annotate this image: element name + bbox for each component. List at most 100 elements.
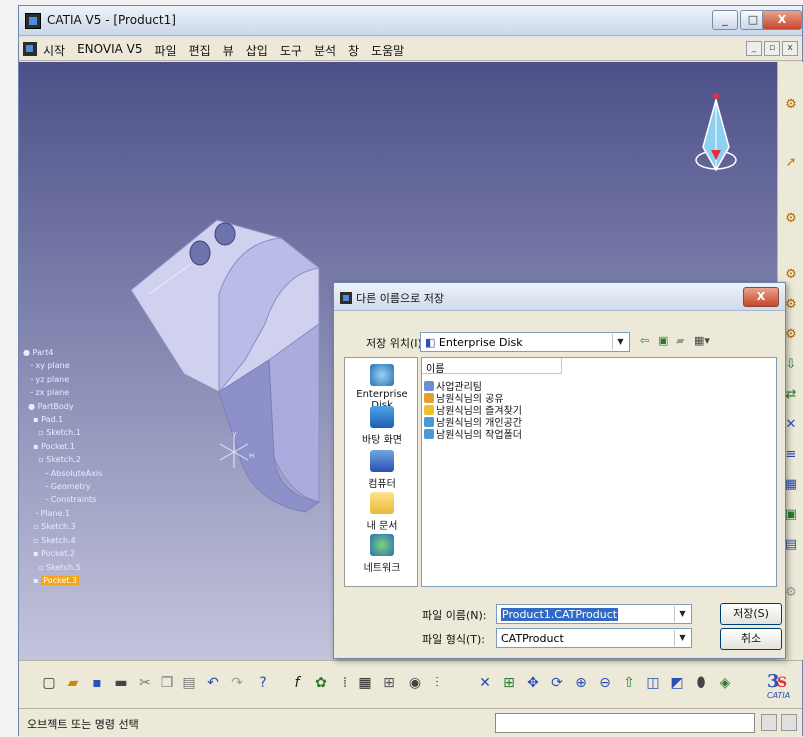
menu-file[interactable]: 파일	[155, 42, 177, 59]
save-icon[interactable]: ▪	[87, 673, 107, 693]
sphere-icon[interactable]: ◉	[405, 673, 425, 693]
svg-text:V: V	[232, 432, 237, 438]
component-select-icon[interactable]: ⚙	[782, 210, 800, 228]
tree-node-pocket3[interactable]: ▪ Pocket.3	[23, 574, 102, 587]
pan-icon[interactable]: ✥	[523, 673, 543, 693]
tree-expand-icon[interactable]: ⊞	[379, 673, 399, 693]
place-enterprise-disk[interactable]: Enterprise Disk	[345, 364, 419, 411]
menu-edit[interactable]: 편집	[189, 42, 211, 59]
iso-view-icon[interactable]: ◩	[667, 673, 687, 693]
document-icon[interactable]	[23, 42, 37, 56]
gears-icon[interactable]: ⚙	[782, 96, 800, 114]
rotate-icon[interactable]: ⟳	[547, 673, 567, 693]
save-location-combo[interactable]: ◧ Enterprise Disk ▼	[420, 332, 630, 352]
print-icon[interactable]: ▬	[111, 673, 131, 693]
paste-icon[interactable]: ▤	[179, 673, 199, 693]
fit-all-icon[interactable]: ⊞	[499, 673, 519, 693]
formula-icon[interactable]: f	[287, 673, 307, 693]
tree-node-xy-plane[interactable]: ╶ xy plane	[23, 359, 102, 372]
catia-window: CATIA V5 - [Product1] _ □ X 시작 ENOVIA V5…	[18, 5, 803, 737]
hide-show-icon[interactable]: ◈	[715, 673, 735, 693]
close-button[interactable]: X	[762, 10, 802, 30]
filetype-select[interactable]: CATProduct ▼	[496, 628, 692, 648]
tree-node-constraints[interactable]: ╶ Constraints	[23, 493, 102, 506]
menu-window[interactable]: 창	[348, 42, 359, 59]
pipe-icon[interactable]: ⁞	[335, 673, 355, 693]
tree-node-sketch1[interactable]: ▫ Sketch.1	[23, 426, 102, 439]
filename-input[interactable]: Product1.CATProduct ▼	[496, 604, 692, 624]
tree-node-plane1[interactable]: ╶ Plane.1	[23, 507, 102, 520]
tree-node-sketch5[interactable]: ▫ Sketch.5	[23, 561, 102, 574]
open-folder-icon[interactable]: ▰	[63, 673, 83, 693]
tree-node-geometry[interactable]: ╶ Geometry	[23, 480, 102, 493]
compass-icon[interactable]	[691, 92, 741, 182]
specification-tree: ● Part4 ╶ xy plane ╶ yz plane ╶ zx plane…	[23, 346, 102, 587]
copy-icon[interactable]: ❐	[157, 673, 177, 693]
redo-icon[interactable]: ↷	[227, 673, 247, 693]
catia-logo: 3 S CATIA	[767, 671, 790, 700]
normal-view-icon[interactable]: ⇧	[619, 673, 639, 693]
mdi-restore-button[interactable]: ▫	[764, 41, 780, 56]
file-list[interactable]: 이름 사업관리팀 남원식님의 공유 남원식님의 즐겨찾기 남원식님의 개인공간 …	[421, 357, 777, 587]
place-computer[interactable]: 컴퓨터	[345, 450, 419, 490]
tree-node-pad1[interactable]: ▪ Pad.1	[23, 413, 102, 426]
catia-app-icon	[25, 13, 41, 29]
view-menu-icon[interactable]: ▦▾	[694, 334, 710, 347]
place-desktop[interactable]: 바탕 화면	[345, 406, 419, 446]
menu-start[interactable]: 시작	[43, 42, 65, 59]
tree-node-yz-plane[interactable]: ╶ yz plane	[23, 373, 102, 386]
mdi-minimize-button[interactable]: _	[746, 41, 762, 56]
place-my-documents[interactable]: 내 문서	[345, 492, 419, 532]
tree-node-sketch4[interactable]: ▫ Sketch.4	[23, 534, 102, 547]
status-stop-button[interactable]	[761, 714, 777, 731]
tree-node-pocket1[interactable]: ▪ Pocket.1	[23, 440, 102, 453]
catalog-icon[interactable]: ▦	[355, 673, 375, 693]
menu-insert[interactable]: 삽입	[246, 42, 268, 59]
tree-node-pocket2[interactable]: ▪ Pocket.2	[23, 547, 102, 560]
menu-enovia[interactable]: ENOVIA V5	[77, 42, 142, 59]
swap-view-icon[interactable]: ✕	[475, 673, 495, 693]
cancel-button[interactable]: 취소	[720, 628, 782, 650]
tree-node-sketch2[interactable]: ▫ Sketch.2	[23, 453, 102, 466]
select-arrow-icon[interactable]: ➚	[782, 154, 800, 172]
tree-node-zx-plane[interactable]: ╶ zx plane	[23, 386, 102, 399]
computer-icon	[370, 450, 394, 472]
cut-icon[interactable]: ✂	[135, 673, 155, 693]
chevron-down-icon[interactable]: ▼	[612, 334, 628, 350]
menu-analysis[interactable]: 분석	[314, 42, 336, 59]
menu-help[interactable]: 도움말	[371, 42, 404, 59]
tree-node-part4[interactable]: ● Part4	[23, 346, 102, 359]
disk-icon	[370, 364, 394, 386]
column-header-name[interactable]: 이름	[422, 358, 562, 375]
back-icon[interactable]: ⇦	[640, 334, 649, 347]
tree-node-sketch3[interactable]: ▫ Sketch.3	[23, 520, 102, 533]
shading-icon[interactable]: ⬮	[691, 673, 711, 693]
multi-view-icon[interactable]: ◫	[643, 673, 663, 693]
menu-tools[interactable]: 도구	[280, 42, 302, 59]
list-item[interactable]: 남원식님의 작업폴더	[424, 426, 522, 441]
tree-node-absoluteaxis[interactable]: ╶ AbsoluteAxis	[23, 467, 102, 480]
place-network[interactable]: 네트워크	[345, 534, 419, 574]
command-input[interactable]	[495, 713, 755, 733]
status-info-button[interactable]	[781, 714, 797, 731]
fly-mode-icon[interactable]: ⫶	[427, 673, 447, 693]
menu-view[interactable]: 뷰	[223, 42, 234, 59]
new-file-icon[interactable]: ▢	[39, 673, 59, 693]
minimize-button[interactable]: _	[712, 10, 738, 30]
network-globe-icon	[370, 534, 394, 556]
mdi-controls: _ ▫ x	[746, 41, 798, 56]
save-button[interactable]: 저장(S)	[720, 603, 782, 625]
whats-this-icon[interactable]: ?	[253, 673, 273, 693]
knowledge-icon[interactable]: ✿	[311, 673, 331, 693]
chevron-down-icon[interactable]: ▼	[674, 606, 690, 622]
zoom-in-icon[interactable]: ⊕	[571, 673, 591, 693]
up-folder-icon[interactable]: ▣	[658, 334, 668, 347]
new-folder-icon[interactable]: ▰	[676, 334, 684, 347]
desktop-icon	[370, 406, 394, 428]
chevron-down-icon[interactable]: ▼	[674, 630, 690, 646]
undo-icon[interactable]: ↶	[203, 673, 223, 693]
tree-node-partbody[interactable]: ● PartBody	[23, 400, 102, 413]
mdi-close-button[interactable]: x	[782, 41, 798, 56]
dialog-close-button[interactable]: X	[743, 287, 779, 307]
zoom-out-icon[interactable]: ⊖	[595, 673, 615, 693]
